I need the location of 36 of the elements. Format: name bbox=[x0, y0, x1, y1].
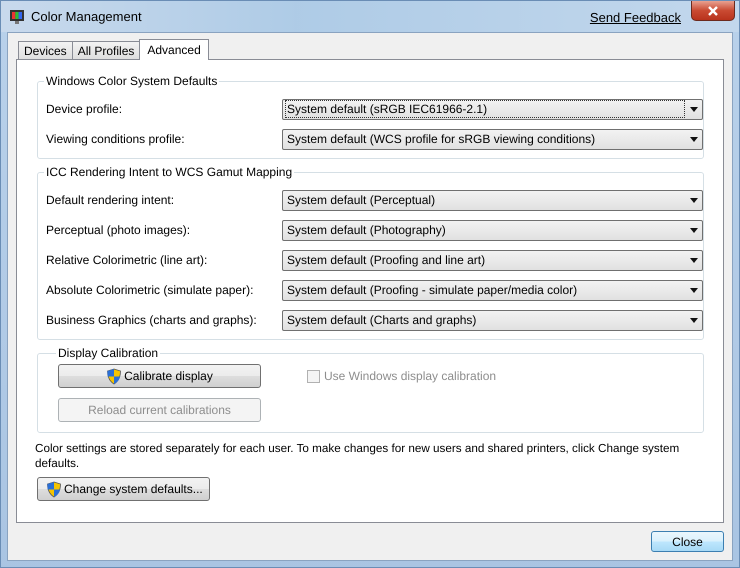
field-label: Default rendering intent: bbox=[46, 193, 176, 207]
field-label: Perceptual (photo images): bbox=[46, 223, 192, 237]
caret-icon bbox=[690, 228, 698, 232]
tab[interactable]: Devices bbox=[18, 41, 73, 59]
window-title: Color Management bbox=[31, 9, 142, 24]
field-label: Relative Colorimetric (line art): bbox=[46, 253, 208, 267]
dropdown[interactable]: System default (sRGB IEC61966-2.1) bbox=[282, 98, 703, 120]
group-title: Windows Color System Defaults bbox=[45, 74, 218, 88]
info-text: Color settings are stored separately for each user. To make changes for new users and shared printers, click Change system defaults. bbox=[35, 441, 680, 471]
caret-icon bbox=[690, 318, 698, 322]
caret-icon bbox=[690, 136, 698, 142]
group-title: Display Calibration bbox=[57, 346, 160, 360]
change-defaults-button[interactable]: Change system defaults... bbox=[37, 477, 210, 501]
dropdown[interactable]: System default (Proofing and line art) bbox=[282, 250, 703, 270]
dropdown[interactable]: System default (Perceptual) bbox=[282, 190, 703, 210]
tab[interactable]: Advanced bbox=[139, 39, 209, 60]
close-icon bbox=[707, 6, 719, 16]
feedback-link[interactable]: Send Feedback bbox=[590, 10, 681, 25]
close-dialog-button[interactable]: Close bbox=[651, 531, 724, 552]
dropdown[interactable]: System default (Photography) bbox=[282, 220, 703, 240]
field-label: Business Graphics (charts and graphs): bbox=[46, 313, 258, 327]
caret-icon bbox=[690, 106, 698, 112]
field-label: Absolute Colorimetric (simulate paper): bbox=[46, 283, 254, 297]
caret-icon bbox=[690, 288, 698, 292]
dropdown[interactable]: System default (Proofing - simulate paper/media color) bbox=[282, 280, 703, 300]
group-title: ICC Rendering Intent to WCS Gamut Mapping bbox=[45, 165, 294, 179]
close-button[interactable] bbox=[691, 1, 735, 21]
dropdown[interactable]: System default (WCS profile for sRGB viewing conditions) bbox=[282, 128, 703, 150]
field-label: Device profile: bbox=[46, 102, 124, 116]
monitor-icon bbox=[9, 8, 25, 24]
caret-icon bbox=[690, 258, 698, 262]
field-label: Viewing conditions profile: bbox=[46, 132, 186, 146]
dropdown[interactable]: System default (Charts and graphs) bbox=[282, 310, 703, 330]
calibration-button[interactable]: Calibrate display bbox=[58, 364, 261, 388]
tab[interactable]: All Profiles bbox=[72, 41, 140, 59]
caret-icon bbox=[690, 198, 698, 202]
